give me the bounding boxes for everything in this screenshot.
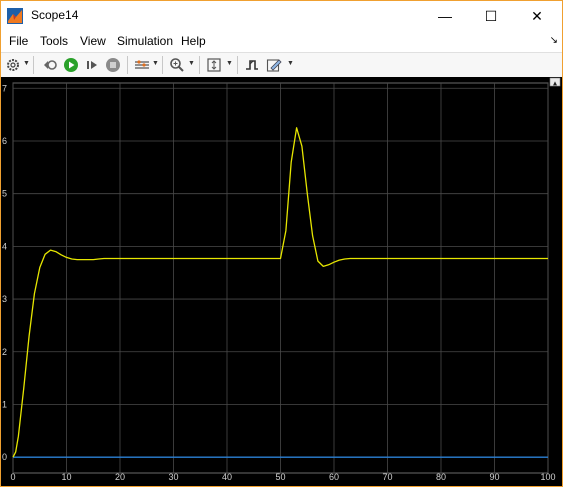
y-tick-label: 2	[2, 347, 7, 357]
x-tick-label: 80	[436, 472, 446, 482]
maximize-button[interactable]: ☐	[468, 1, 514, 31]
edit-icon	[266, 59, 282, 72]
step-forward-button[interactable]	[83, 55, 101, 75]
run-button[interactable]	[62, 55, 80, 75]
x-tick-label: 90	[489, 472, 499, 482]
y-tick-label: 6	[2, 136, 7, 146]
gear-icon	[7, 59, 19, 71]
menu-view[interactable]: View	[80, 34, 106, 48]
x-tick-label: 20	[115, 472, 125, 482]
menu-tools[interactable]: Tools	[40, 34, 68, 48]
triggers-icon	[246, 60, 258, 70]
gear-button[interactable]	[5, 55, 21, 75]
edit-button[interactable]	[265, 55, 283, 75]
menu-overflow-arrow-icon[interactable]: ↘	[550, 35, 558, 46]
matlab-app-icon	[7, 8, 23, 24]
style-icon	[135, 60, 149, 69]
zoom-icon	[170, 58, 184, 72]
menu-simulation[interactable]: Simulation	[117, 34, 173, 48]
minimize-icon: —	[438, 8, 452, 24]
scope-window: Scope14 — ☐ ✕ File Tools View Simulation…	[0, 0, 563, 487]
minimize-button[interactable]: —	[422, 1, 468, 31]
style-dropdown-icon[interactable]: ▼	[152, 60, 159, 67]
window-title: Scope14	[31, 8, 79, 22]
menu-bar: File Tools View Simulation Help ↘	[1, 31, 562, 51]
y-tick-label: 3	[2, 294, 7, 304]
x-tick-label: 30	[168, 472, 178, 482]
x-tick-label: 100	[540, 472, 555, 482]
step-forward-icon	[87, 61, 97, 69]
close-button[interactable]: ✕	[514, 1, 560, 31]
toolbar-separator	[237, 56, 238, 74]
menu-file[interactable]: File	[9, 34, 28, 48]
style-button[interactable]	[133, 55, 151, 75]
edit-dropdown-icon[interactable]: ▼	[287, 60, 294, 67]
scope-display[interactable]: 0 10 20 30 40 50 60 70 80 90 100 0 1 2 3 4 5 6 7 ▴	[1, 77, 562, 486]
undock-icon[interactable]: ▴	[553, 79, 557, 88]
stop-button[interactable]	[104, 55, 122, 75]
scale-axes-dropdown-icon[interactable]: ▼	[226, 60, 233, 67]
x-tick-label: 10	[61, 472, 71, 482]
y-tick-label: 4	[2, 241, 7, 251]
gear-dropdown-icon[interactable]: ▼	[23, 60, 30, 67]
x-tick-label: 60	[329, 472, 339, 482]
menu-help[interactable]: Help	[181, 34, 206, 48]
y-tick-label: 1	[2, 399, 7, 409]
scope-plot[interactable]: 0 10 20 30 40 50 60 70 80 90 100 0 1 2 3 4 5 6 7 ▴	[1, 77, 562, 486]
zoom-dropdown-icon[interactable]: ▼	[188, 60, 195, 67]
y-tick-label: 0	[2, 452, 7, 462]
y-tick-label: 5	[2, 189, 7, 199]
x-tick-label: 40	[222, 472, 232, 482]
zoom-button[interactable]	[168, 55, 186, 75]
x-tick-label: 0	[10, 472, 15, 482]
scale-axes-button[interactable]	[205, 55, 223, 75]
toolbar: ▼ ▼ ▼ ▼ ▼	[1, 52, 562, 78]
toolbar-separator	[33, 56, 34, 74]
restore-icon	[44, 60, 57, 70]
stop-icon	[106, 58, 120, 72]
toolbar-separator	[199, 56, 200, 74]
close-icon: ✕	[531, 7, 543, 24]
restore-button[interactable]	[41, 55, 59, 75]
toolbar-separator	[127, 56, 128, 74]
x-tick-label: 50	[275, 472, 285, 482]
triggers-button[interactable]	[243, 55, 261, 75]
y-tick-label: 7	[2, 83, 7, 93]
scale-axes-icon	[207, 58, 221, 72]
run-icon	[64, 58, 78, 72]
title-bar[interactable]: Scope14 — ☐ ✕	[1, 1, 562, 31]
x-tick-label: 70	[382, 472, 392, 482]
maximize-icon: ☐	[484, 7, 498, 24]
toolbar-separator	[162, 56, 163, 74]
